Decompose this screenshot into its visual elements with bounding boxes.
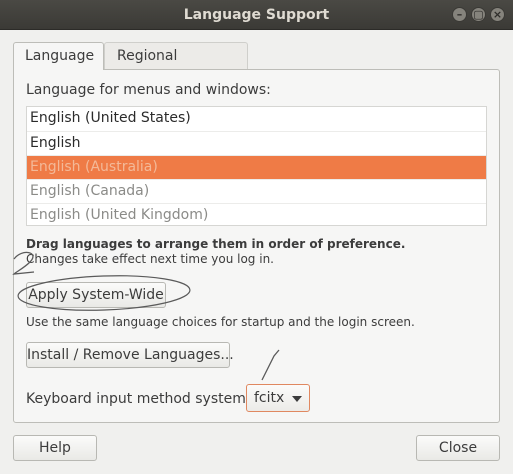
keyboard-input-method-value: fcitx — [254, 390, 285, 406]
help-button[interactable]: Help — [13, 435, 97, 461]
effect-hint-text: Changes take effect next time you log in… — [26, 252, 274, 266]
apply-system-wide-button[interactable]: Apply System-Wide — [26, 282, 166, 308]
list-item-selected[interactable]: English (Australia) — [27, 155, 486, 179]
minimize-icon[interactable]: – — [452, 7, 467, 22]
tab-regional-formats[interactable]: Regional Formats — [104, 42, 248, 90]
tab-language[interactable]: Language — [13, 42, 104, 70]
install-remove-languages-button[interactable]: Install / Remove Languages... — [26, 342, 234, 368]
title-bar: Language Support – ▢ × — [0, 0, 513, 30]
keyboard-input-label: Keyboard input method system: — [26, 391, 251, 407]
list-item[interactable]: English — [27, 131, 486, 155]
drag-hint-text: Drag languages to arrange them in order … — [26, 237, 406, 251]
list-item[interactable]: English (United Kingdom) — [27, 203, 486, 227]
chevron-down-icon — [292, 396, 302, 402]
language-list[interactable]: English (United States) English English … — [26, 106, 487, 226]
keyboard-input-method-select[interactable]: fcitx — [246, 384, 310, 412]
list-item[interactable]: English (Canada) — [27, 179, 486, 203]
list-item[interactable]: English (United States) — [27, 107, 486, 131]
menus-language-label: Language for menus and windows: — [26, 82, 271, 98]
maximize-icon[interactable]: ▢ — [471, 7, 486, 22]
window-title: Language Support — [183, 7, 330, 23]
same-choices-hint: Use the same language choices for startu… — [26, 315, 415, 329]
close-button[interactable]: Close — [416, 435, 500, 461]
close-window-icon[interactable]: × — [490, 7, 505, 22]
